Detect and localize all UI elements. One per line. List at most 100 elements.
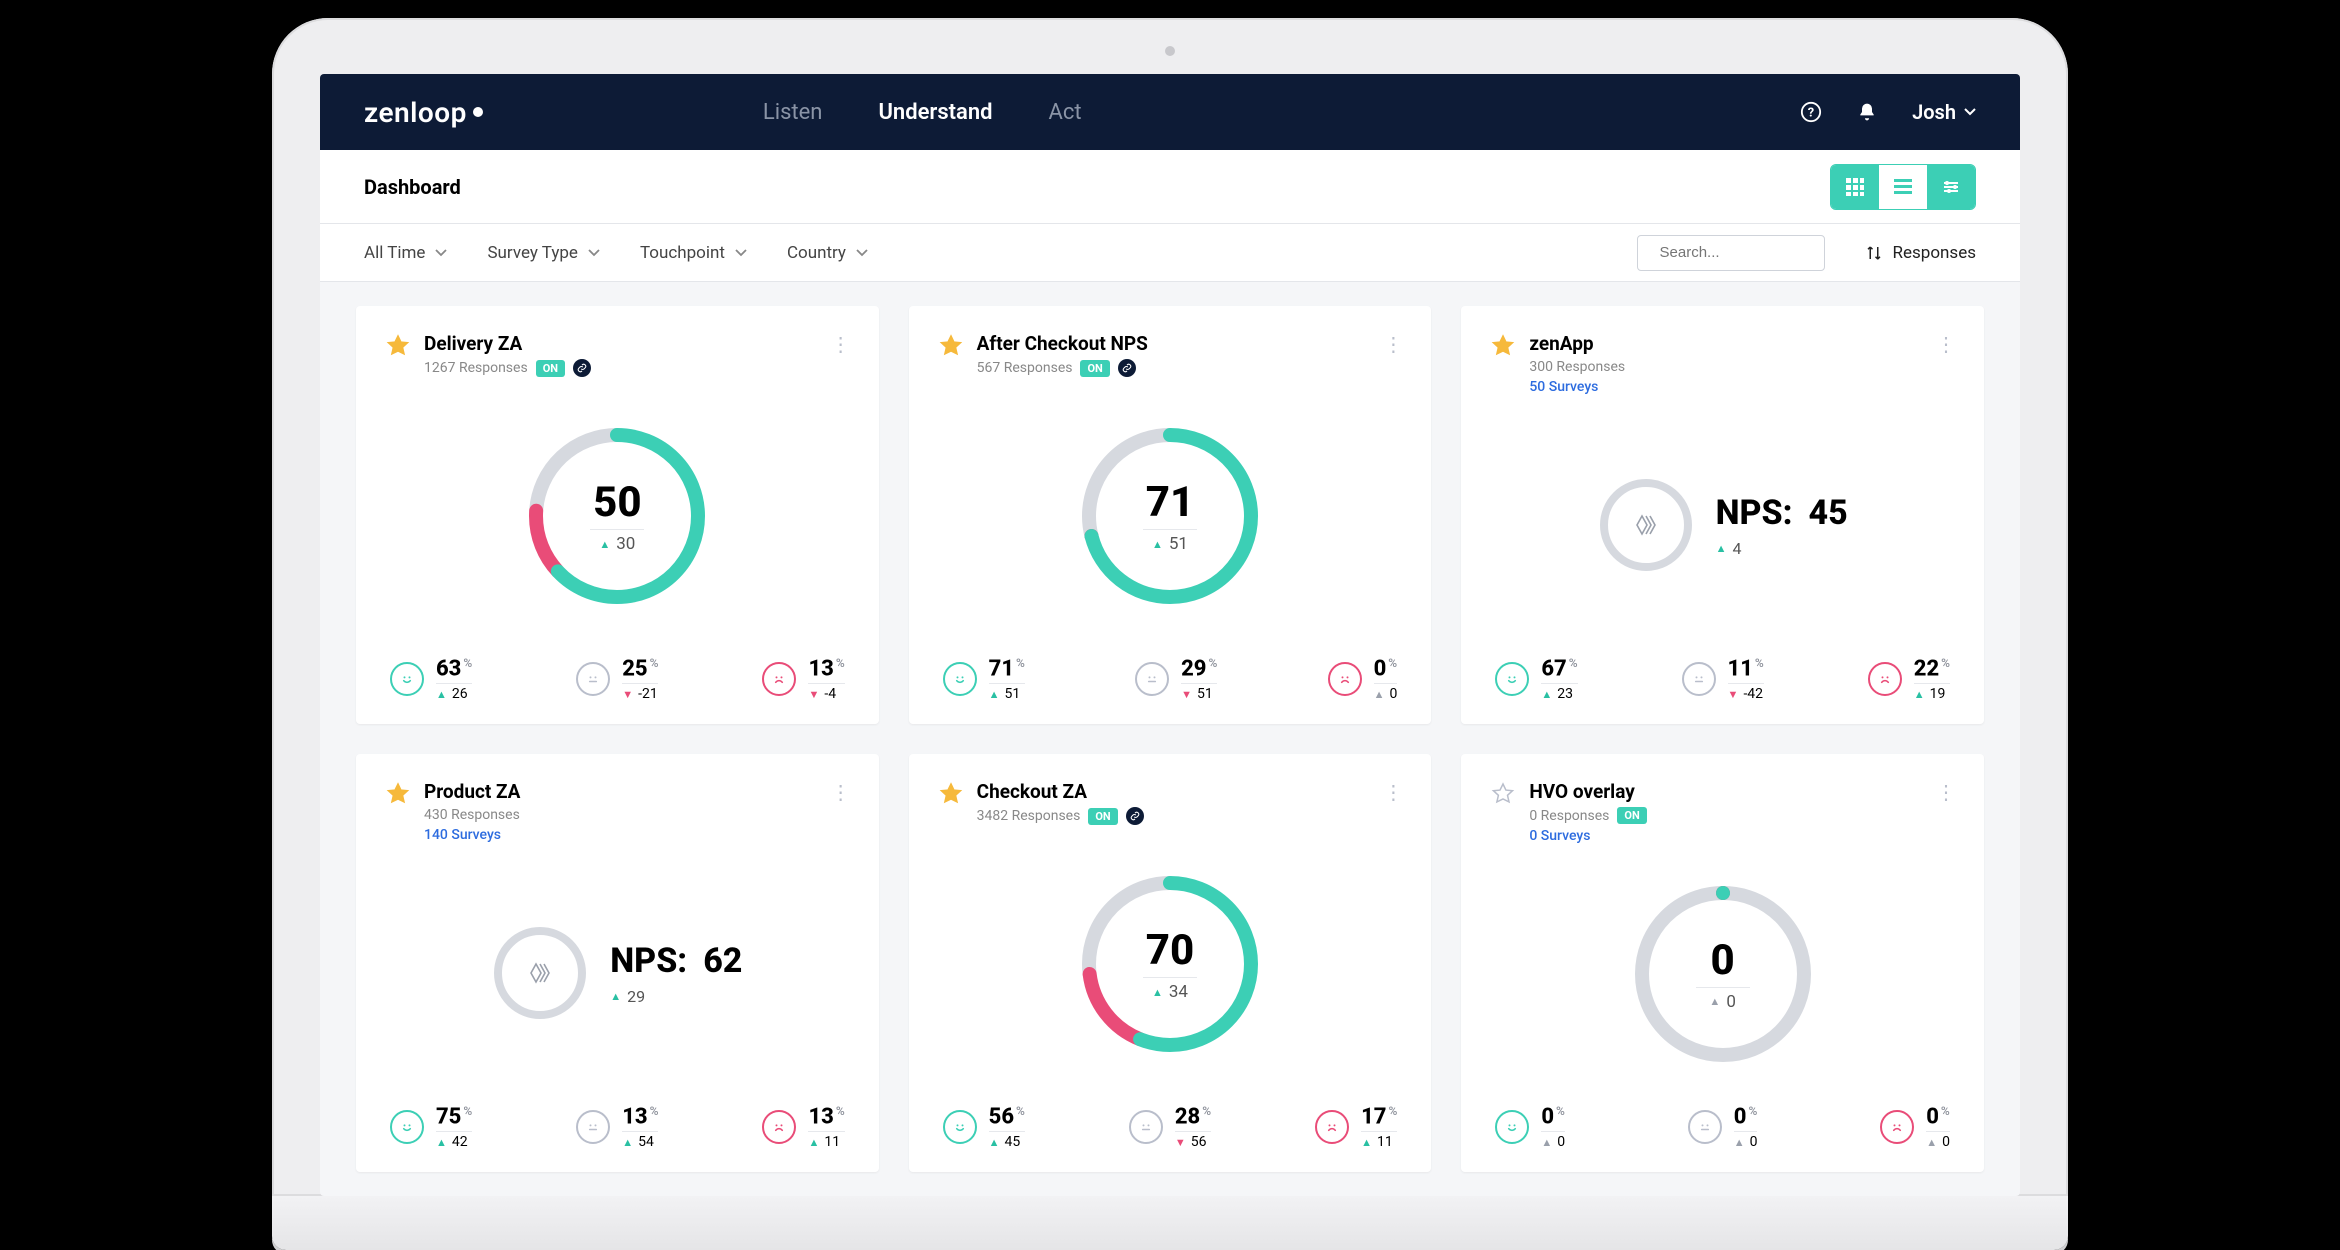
delivery-za-sad: 13% ▼-4 [762, 656, 844, 702]
happy-face-icon [1495, 662, 1529, 696]
star-icon[interactable] [939, 334, 963, 358]
tab-understand[interactable]: Understand [878, 100, 992, 125]
happy-percent: 0% [1541, 1104, 1565, 1132]
neutral-delta: ▲0 [1734, 1134, 1758, 1150]
hvo-overlay-sad: 0% ▲0 [1880, 1104, 1950, 1150]
happy-delta: ▲23 [1541, 686, 1573, 702]
neutral-delta: ▼-21 [622, 686, 658, 702]
tab-act[interactable]: Act [1049, 100, 1082, 125]
surveys-link[interactable]: 0 Surveys [1529, 828, 1646, 844]
delivery-za-neutral: 25% ▼-21 [576, 656, 658, 702]
filter-survey-type-label: Survey Type [487, 243, 578, 263]
sad-percent: 13% [808, 656, 844, 684]
search-box[interactable] [1637, 235, 1825, 271]
survey-card-hvo-overlay[interactable]: ⋮ HVO overlay 0 ResponsesON 0 Surveys 0 … [1461, 754, 1984, 1172]
card-subtitle: 3482 ResponsesON [977, 807, 1144, 825]
nps-dial: 50 ▲30 [527, 426, 707, 606]
nps-delta: ▲29 [610, 987, 742, 1006]
survey-card-after-checkout[interactable]: ⋮ After Checkout NPS 567 ResponsesON 71 … [909, 306, 1432, 724]
laptop-base [272, 1196, 2068, 1250]
card-menu-button[interactable]: ⋮ [1936, 780, 1958, 804]
link-badge-icon[interactable] [1126, 807, 1144, 825]
survey-card-product-za[interactable]: ⋮ Product ZA 430 Responses 140 Surveys N… [356, 754, 879, 1172]
view-list-button[interactable] [1879, 165, 1927, 209]
neutral-delta: ▼56 [1175, 1134, 1207, 1150]
brand-logo[interactable]: zenloop [364, 96, 483, 129]
card-menu-button[interactable]: ⋮ [1936, 332, 1958, 356]
group-icon-ring [1598, 477, 1694, 573]
bell-icon[interactable] [1856, 101, 1878, 123]
user-menu[interactable]: Josh [1912, 100, 1976, 124]
after-checkout-sad: 0% ▲0 [1328, 656, 1398, 702]
filter-country[interactable]: Country [787, 243, 868, 263]
view-settings-button[interactable] [1927, 165, 1975, 209]
card-title: Product ZA [424, 780, 520, 803]
svg-text:?: ? [1808, 106, 1814, 121]
neutral-face-icon [576, 1110, 610, 1144]
chevron-down-icon [1964, 106, 1976, 118]
card-subtitle: 430 Responses [424, 807, 520, 823]
sentiment-row: 56% ▲45 28% ▼56 17% ▲11 [939, 1104, 1402, 1150]
card-subtitle: 567 ResponsesON [977, 359, 1148, 377]
sad-face-icon [1315, 1110, 1349, 1144]
sentiment-row: 67% ▲23 11% ▼-42 22% ▲19 [1491, 656, 1954, 702]
filter-touchpoint[interactable]: Touchpoint [640, 243, 747, 263]
sub-header: Dashboard [320, 150, 2020, 224]
happy-delta: ▲42 [436, 1134, 468, 1150]
tab-listen[interactable]: Listen [763, 100, 823, 125]
nps-score: NPS:45 [1716, 493, 1848, 533]
sort-button[interactable]: Responses [1865, 243, 1976, 263]
star-icon[interactable] [386, 782, 410, 806]
neutral-delta: ▼51 [1181, 686, 1213, 702]
search-input[interactable] [1660, 244, 1859, 261]
neutral-percent: 25% [622, 656, 658, 684]
link-badge-icon[interactable] [1118, 359, 1136, 377]
nps-dial: 0 ▲0 [1633, 884, 1813, 1064]
neutral-face-icon [1688, 1110, 1722, 1144]
after-checkout-neutral: 29% ▼51 [1135, 656, 1217, 702]
surveys-link[interactable]: 50 Surveys [1529, 379, 1625, 395]
on-badge: ON [1080, 360, 1109, 377]
card-title: After Checkout NPS [977, 332, 1148, 355]
sad-face-icon [762, 662, 796, 696]
view-toggle [1830, 164, 1976, 210]
laptop-mockup: zenloop Listen Understand Act ? [272, 18, 2068, 1250]
dial-score: 71 [1146, 478, 1194, 527]
after-checkout-happy: 71% ▲51 [943, 656, 1025, 702]
card-menu-button[interactable]: ⋮ [1383, 780, 1405, 804]
filter-country-label: Country [787, 243, 846, 263]
product-za-happy: 75% ▲42 [390, 1104, 472, 1150]
happy-face-icon [1495, 1110, 1529, 1144]
filter-survey-type[interactable]: Survey Type [487, 243, 600, 263]
filter-time[interactable]: All Time [364, 243, 447, 263]
survey-card-zenapp[interactable]: ⋮ zenApp 300 Responses 50 Surveys NPS:45… [1461, 306, 1984, 724]
nps-inline: NPS:62 ▲29 [492, 925, 742, 1021]
sentiment-row: 0% ▲0 0% ▲0 0% ▲0 [1491, 1104, 1954, 1150]
survey-card-delivery-za[interactable]: ⋮ Delivery ZA 1267 ResponsesON 50 ▲30 [356, 306, 879, 724]
sad-face-icon [1880, 1110, 1914, 1144]
surveys-link[interactable]: 140 Surveys [424, 827, 520, 843]
brand-dot-icon [473, 107, 483, 117]
help-icon[interactable]: ? [1800, 101, 1822, 123]
card-title: Checkout ZA [977, 780, 1144, 803]
star-icon[interactable] [1491, 782, 1515, 806]
happy-delta: ▲26 [436, 686, 468, 702]
view-grid-button[interactable] [1831, 165, 1879, 209]
zenapp-sad: 22% ▲19 [1868, 656, 1950, 702]
star-icon[interactable] [1491, 334, 1515, 358]
star-icon[interactable] [386, 334, 410, 358]
survey-card-checkout-za[interactable]: ⋮ Checkout ZA 3482 ResponsesON 70 ▲34 [909, 754, 1432, 1172]
dial-score: 0 [1711, 936, 1735, 985]
happy-percent: 71% [989, 656, 1025, 684]
brand-text: zenloop [364, 96, 467, 129]
star-icon[interactable] [939, 782, 963, 806]
card-menu-button[interactable]: ⋮ [831, 780, 853, 804]
nps-dial: 71 ▲51 [1080, 426, 1260, 606]
card-menu-button[interactable]: ⋮ [1383, 332, 1405, 356]
cards-grid: ⋮ Delivery ZA 1267 ResponsesON 50 ▲30 [356, 306, 1984, 1172]
card-subtitle: 0 ResponsesON [1529, 807, 1646, 824]
card-menu-button[interactable]: ⋮ [831, 332, 853, 356]
link-badge-icon[interactable] [573, 359, 591, 377]
sentiment-row: 75% ▲42 13% ▲54 13% ▲11 [386, 1104, 849, 1150]
chevron-down-icon [588, 247, 600, 259]
